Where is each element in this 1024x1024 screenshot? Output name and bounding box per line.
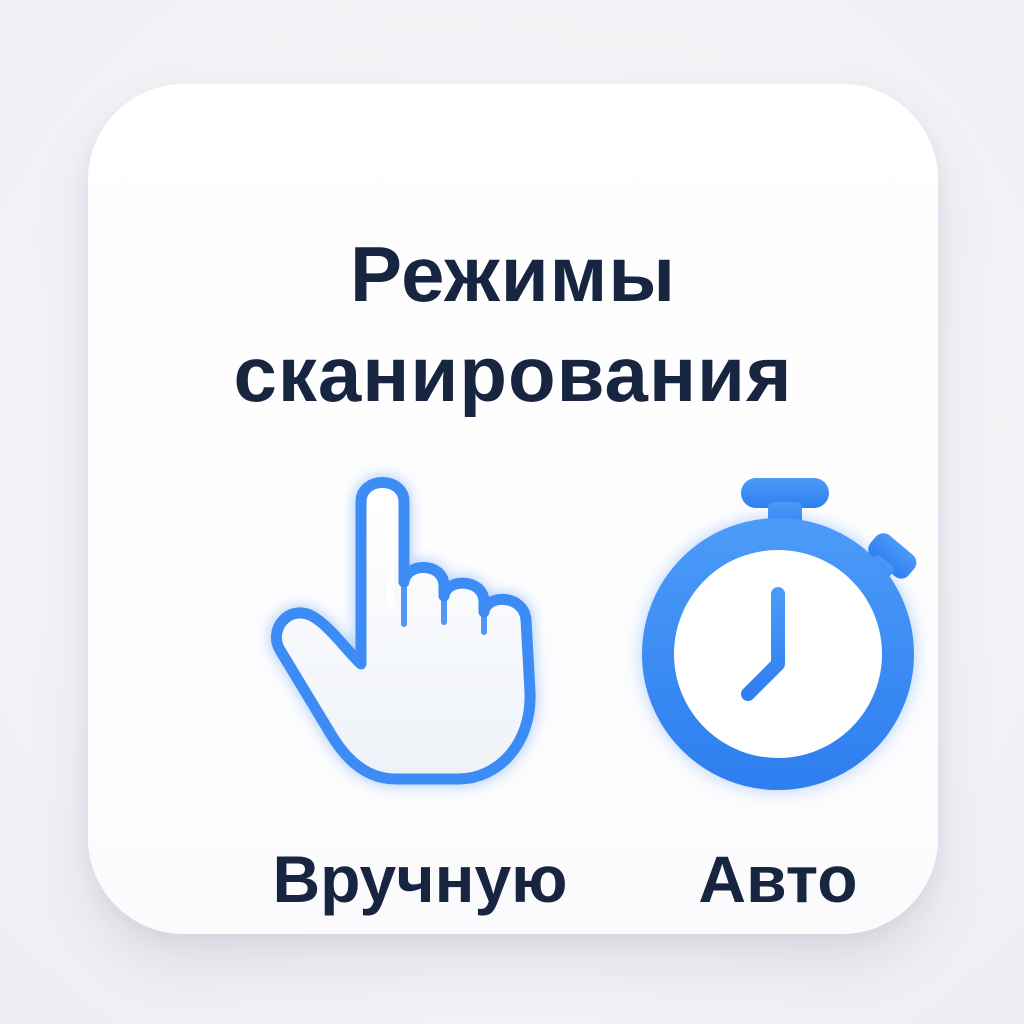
manual-mode-label: Вручную xyxy=(272,842,568,916)
stopwatch-icon xyxy=(641,478,917,791)
title-line-1: Режимы xyxy=(350,230,676,318)
auto-mode-label: Авто xyxy=(698,842,858,916)
card-title: Режимы сканирования xyxy=(88,224,938,424)
pointing-hand-icon xyxy=(268,474,539,787)
title-line-2: сканирования xyxy=(233,330,793,418)
scan-modes-card: Режимы сканирования Вручную Авто xyxy=(88,84,938,934)
background: Режимы сканирования Вручную Авто xyxy=(0,0,1024,1024)
auto-mode-option[interactable]: Авто xyxy=(618,454,948,934)
manual-mode-option[interactable]: Вручную xyxy=(258,454,588,934)
